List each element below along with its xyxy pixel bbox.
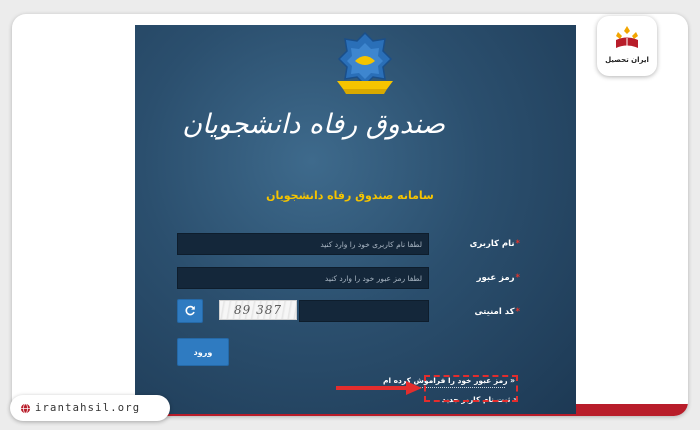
username-input[interactable] — [177, 233, 429, 255]
content-frame: صندوق رفاه دانشجویان سامانه صندوق رفاه د… — [12, 14, 688, 416]
captcha-label: *کد امنیتی — [474, 307, 520, 317]
login-button[interactable]: ورود — [177, 338, 229, 366]
required-mark: * — [515, 273, 520, 283]
login-page-screenshot: صندوق رفاه دانشجویان سامانه صندوق رفاه د… — [135, 25, 576, 414]
brand-logo-icon — [616, 26, 638, 48]
required-mark: * — [515, 239, 520, 249]
site-url: irantahsil.org — [35, 402, 141, 414]
required-mark: * — [515, 307, 520, 317]
username-label: *نام کاربری — [469, 239, 520, 249]
password-label: *رمز عبور — [476, 273, 520, 283]
arrow-icon — [336, 381, 422, 395]
site-url-badge: irantahsil.org — [10, 395, 170, 421]
brand-name: ایران تحصیل — [605, 56, 649, 64]
refresh-icon — [185, 305, 195, 316]
register-highlight-box — [424, 375, 518, 402]
globe-icon — [20, 403, 31, 413]
password-input[interactable] — [177, 267, 429, 289]
captcha-input[interactable] — [299, 300, 429, 322]
refresh-captcha-button[interactable] — [177, 299, 203, 323]
system-title: سامانه صندوق رفاه دانشجویان — [266, 189, 434, 202]
captcha-image: 89 387 — [219, 300, 297, 320]
brand-badge: ایران تحصیل — [597, 16, 657, 76]
calligraphy-title: صندوق رفاه دانشجویان — [182, 109, 445, 140]
fund-logo-icon — [337, 31, 393, 94]
